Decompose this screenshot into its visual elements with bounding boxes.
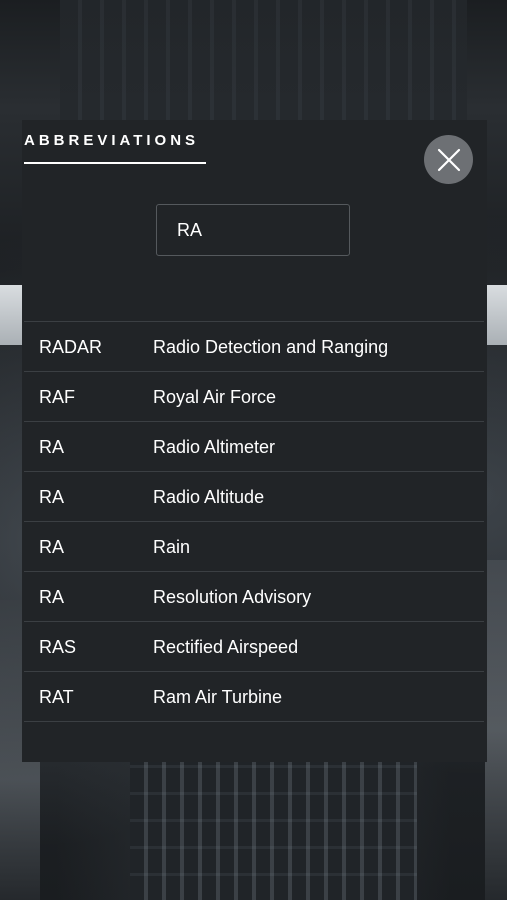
list-item[interactable]: RA Radio Altimeter xyxy=(24,421,484,471)
page-title: ABBREVIATIONS xyxy=(24,132,200,149)
list-item[interactable]: RA Radio Altitude xyxy=(24,471,484,521)
overhead-panel-image xyxy=(60,0,467,120)
definition: Rain xyxy=(153,537,191,557)
definition: Royal Air Force xyxy=(153,387,277,407)
definition: Resolution Advisory xyxy=(153,587,312,607)
title-underline xyxy=(24,162,206,164)
pedestal-panel-image xyxy=(130,760,417,900)
abbreviation: RA xyxy=(39,437,65,457)
abbreviation: RAS xyxy=(39,637,77,657)
window-right-image xyxy=(487,285,507,345)
definition: Radio Altimeter xyxy=(153,437,276,457)
abbreviation: RA xyxy=(39,487,65,507)
close-icon xyxy=(437,148,460,171)
abbreviation: RAT xyxy=(39,687,74,707)
abbreviation: RA xyxy=(39,537,65,557)
abbreviation: RAF xyxy=(39,387,75,407)
list-item[interactable]: RAT Ram Air Turbine xyxy=(24,671,484,722)
search-input[interactable] xyxy=(156,204,350,256)
list-item[interactable]: RA Rain xyxy=(24,521,484,571)
definition: Rectified Airspeed xyxy=(153,637,299,657)
list-item[interactable]: RADAR Radio Detection and Ranging xyxy=(24,321,484,371)
close-button[interactable] xyxy=(424,135,473,184)
definition: Radio Detection and Ranging xyxy=(153,337,389,357)
list-item[interactable]: RAF Royal Air Force xyxy=(24,371,484,421)
definition: Ram Air Turbine xyxy=(153,687,283,707)
abbreviation: RADAR xyxy=(39,337,103,357)
seat-right-image xyxy=(485,560,507,900)
abbreviation: RA xyxy=(39,587,65,607)
definition: Radio Altitude xyxy=(153,487,265,507)
list-item[interactable]: RAS Rectified Airspeed xyxy=(24,621,484,671)
results-list: RADAR Radio Detection and Ranging RAF Ro… xyxy=(24,321,484,722)
list-item[interactable]: RA Resolution Advisory xyxy=(24,571,484,621)
